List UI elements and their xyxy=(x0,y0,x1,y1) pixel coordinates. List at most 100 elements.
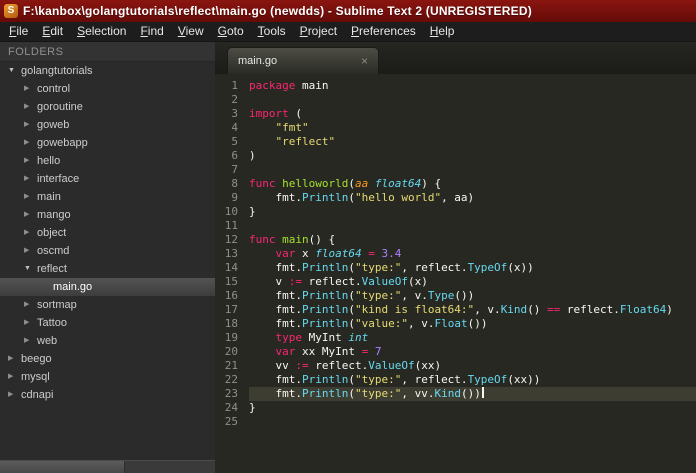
tab-close-icon[interactable]: × xyxy=(361,54,368,68)
menu-preferences[interactable]: Preferences xyxy=(344,22,423,41)
code-line-1[interactable]: 1 package main xyxy=(215,79,696,93)
code-area[interactable]: 1 package main 2 3 import (4 "fmt" 5 "reflect… xyxy=(215,74,696,473)
expand-arrow-icon[interactable]: ▶ xyxy=(22,152,37,170)
sidebar-folder-object[interactable]: ▶ object xyxy=(0,224,215,242)
expand-arrow-icon[interactable]: ▶ xyxy=(22,98,37,116)
tree-item-label: goroutine xyxy=(37,101,83,113)
code-line-20[interactable]: 20 var xx MyInt = 7 xyxy=(215,345,696,359)
code-line-9[interactable]: 9 fmt.Println("hello world", aa) xyxy=(215,191,696,205)
menu-help[interactable]: Help xyxy=(423,22,462,41)
code-line-15[interactable]: 15 v := reflect.ValueOf(x) xyxy=(215,275,696,289)
title-bar[interactable]: S F:\kanbox\golangtutorials\reflect\main… xyxy=(0,0,696,22)
code-line-13[interactable]: 13 var x float64 = 3.4 xyxy=(215,247,696,261)
tree-item-label: main.go xyxy=(53,281,93,293)
line-number: 25 xyxy=(224,415,238,428)
code-line-18[interactable]: 18 fmt.Println("value:", v.Float()) xyxy=(215,317,696,331)
expand-arrow-icon[interactable]: ▶ xyxy=(22,242,37,260)
expand-arrow-icon[interactable]: ▶ xyxy=(22,314,37,332)
sidebar-folder-web[interactable]: ▶ web xyxy=(0,332,215,350)
sidebar-folder-control[interactable]: ▶ control xyxy=(0,80,215,98)
expand-arrow-icon[interactable]: ▶ xyxy=(22,134,37,152)
sidebar-folder-gowebapp[interactable]: ▶ gowebapp xyxy=(0,134,215,152)
sidebar-folder-main[interactable]: ▶ main xyxy=(0,188,215,206)
code-line-12[interactable]: 12 func main() { xyxy=(215,233,696,247)
expand-arrow-icon[interactable]: ▶ xyxy=(22,80,37,98)
sidebar-folder-sortmap[interactable]: ▶ sortmap xyxy=(0,296,215,314)
expand-arrow-icon[interactable]: ▶ xyxy=(22,224,37,242)
collapse-arrow-icon[interactable]: ▼ xyxy=(6,62,21,80)
menu-project[interactable]: Project xyxy=(293,22,344,41)
expand-arrow-icon[interactable]: ▶ xyxy=(22,116,37,134)
sidebar-folder-goroutine[interactable]: ▶ goroutine xyxy=(0,98,215,116)
expand-arrow-icon[interactable]: ▶ xyxy=(22,170,37,188)
tree-item-label: mysql xyxy=(21,371,50,383)
code-line-2[interactable]: 2 xyxy=(215,93,696,107)
menu-selection[interactable]: Selection xyxy=(70,22,133,41)
main-content: FOLDERS ▼ golangtutorials ▶ control ▶ gorouti… xyxy=(0,42,696,473)
text-cursor xyxy=(481,387,484,398)
sidebar-folder-hello[interactable]: ▶ hello xyxy=(0,152,215,170)
tab-main-go[interactable]: main.go × xyxy=(227,47,379,74)
window-title: F:\kanbox\golangtutorials\reflect\main.g… xyxy=(23,4,532,18)
line-text: "reflect" xyxy=(275,135,336,148)
sidebar-folder-interface[interactable]: ▶ interface xyxy=(0,170,215,188)
line-text: v := reflect.ValueOf(x) xyxy=(249,275,428,288)
expand-arrow-icon[interactable]: ▶ xyxy=(22,188,37,206)
code-line-6[interactable]: 6) xyxy=(215,149,696,163)
sidebar-horizontal-scrollbar[interactable] xyxy=(0,460,215,473)
code-line-4[interactable]: 4 "fmt" xyxy=(215,121,696,135)
line-number: 6 xyxy=(231,149,238,162)
code-line-17[interactable]: 17 fmt.Println("kind is float64:", v.Kin… xyxy=(215,303,696,317)
sidebar-file-main-go[interactable]: main.go xyxy=(0,278,215,296)
menu-view[interactable]: View xyxy=(171,22,211,41)
menu-find[interactable]: Find xyxy=(133,22,170,41)
sidebar-folder-goweb[interactable]: ▶ goweb xyxy=(0,116,215,134)
code-line-21[interactable]: 21 vv := reflect.ValueOf(xx) xyxy=(215,359,696,373)
sidebar-folder-golangtutorials[interactable]: ▼ golangtutorials xyxy=(0,62,215,80)
code-line-8[interactable]: 8 func helloworld(aa float64) { xyxy=(215,177,696,191)
sidebar-folder-mango[interactable]: ▶ mango xyxy=(0,206,215,224)
line-number: 3 xyxy=(231,107,238,120)
expand-arrow-icon[interactable]: ▶ xyxy=(6,350,21,368)
code-line-3[interactable]: 3 import ( xyxy=(215,107,696,121)
code-line-16[interactable]: 16 fmt.Println("type:", v.Type()) xyxy=(215,289,696,303)
line-number: 13 xyxy=(224,247,238,260)
code-line-23[interactable]: 23 fmt.Println("type:", vv.Kind()) xyxy=(215,387,696,401)
line-number: 9 xyxy=(231,191,238,204)
expand-arrow-icon[interactable]: ▶ xyxy=(6,386,21,404)
line-number: 12 xyxy=(224,233,238,246)
sublime-app-icon: S xyxy=(4,4,18,18)
line-number: 5 xyxy=(231,135,238,148)
sidebar-folder-oscmd[interactable]: ▶ oscmd xyxy=(0,242,215,260)
sidebar-folder-beego[interactable]: ▶ beego xyxy=(0,350,215,368)
scrollbar-thumb[interactable] xyxy=(0,461,125,473)
expand-arrow-icon[interactable]: ▶ xyxy=(22,332,37,350)
collapse-arrow-icon[interactable]: ▼ xyxy=(22,260,37,278)
line-text: var xx MyInt = 7 xyxy=(275,345,382,358)
menu-bar: File Edit Selection Find View Goto Tools Projec… xyxy=(0,22,696,42)
sidebar-folder-mysql[interactable]: ▶ mysql xyxy=(0,368,215,386)
tree-item-label: Tattoo xyxy=(37,317,67,329)
code-line-22[interactable]: 22 fmt.Println("type:", reflect.TypeOf(x… xyxy=(215,373,696,387)
expand-arrow-icon[interactable]: ▶ xyxy=(22,206,37,224)
expand-arrow-icon[interactable]: ▶ xyxy=(6,368,21,386)
code-line-14[interactable]: 14 fmt.Println("type:", reflect.TypeOf(x… xyxy=(215,261,696,275)
menu-edit[interactable]: Edit xyxy=(35,22,70,41)
code-line-11[interactable]: 11 xyxy=(215,219,696,233)
sidebar-folder-cdnapi[interactable]: ▶ cdnapi xyxy=(0,386,215,404)
line-text: } xyxy=(249,205,256,218)
code-line-24[interactable]: 24} xyxy=(215,401,696,415)
code-line-7[interactable]: 7 xyxy=(215,163,696,177)
menu-tools[interactable]: Tools xyxy=(251,22,293,41)
expand-arrow-icon[interactable]: ▶ xyxy=(22,296,37,314)
code-line-19[interactable]: 19 type MyInt int xyxy=(215,331,696,345)
menu-file[interactable]: File xyxy=(2,22,35,41)
sidebar-folder-reflect[interactable]: ▼ reflect xyxy=(0,260,215,278)
code-line-5[interactable]: 5 "reflect" xyxy=(215,135,696,149)
menu-goto[interactable]: Goto xyxy=(211,22,251,41)
tree-item-label: beego xyxy=(21,353,52,365)
code-line-10[interactable]: 10} xyxy=(215,205,696,219)
code-line-25[interactable]: 25 xyxy=(215,415,696,429)
sidebar-folder-tattoo[interactable]: ▶ Tattoo xyxy=(0,314,215,332)
line-text: fmt.Println("kind is float64:", v.Kind()… xyxy=(249,303,673,316)
